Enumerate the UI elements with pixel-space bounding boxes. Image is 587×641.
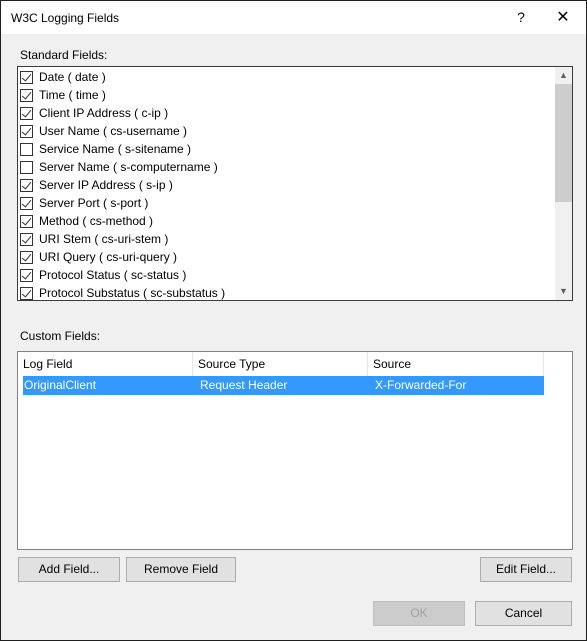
custom-fields-list[interactable]: Log Field Source Type Source OriginalCli… (17, 351, 573, 550)
add-field-button[interactable]: Add Field... (18, 557, 120, 582)
standard-field-label: URI Stem ( cs-uri-stem ) (39, 232, 169, 246)
standard-field-label: Protocol Status ( sc-status ) (39, 268, 187, 282)
checkbox-checked-icon[interactable] (20, 178, 33, 192)
checkbox-checked-icon[interactable] (20, 214, 33, 228)
custom-fields-label: Custom Fields: (20, 329, 101, 343)
standard-field-item[interactable]: Date ( date ) (20, 68, 106, 86)
ok-button[interactable]: OK (373, 601, 465, 626)
standard-field-item[interactable]: Server Name ( s-computername ) (20, 158, 218, 176)
table-row[interactable]: OriginalClient Request Header X-Forwarde… (23, 376, 544, 395)
standard-field-item[interactable]: Protocol Status ( sc-status ) (20, 266, 186, 284)
column-header-log-field[interactable]: Log Field (18, 352, 193, 376)
checkbox-checked-icon[interactable] (20, 232, 33, 246)
standard-field-label: Date ( date ) (39, 70, 106, 84)
scroll-down-arrow-icon[interactable]: ▼ (555, 283, 572, 300)
checkbox-checked-icon[interactable] (20, 124, 33, 138)
standard-field-label: URI Query ( cs-uri-query ) (39, 250, 178, 264)
close-button[interactable]: ✕ (540, 1, 586, 34)
standard-field-item[interactable]: Client IP Address ( c-ip ) (20, 104, 168, 122)
standard-field-label: Protocol Substatus ( sc-substatus ) (39, 286, 226, 300)
standard-field-label: Time ( time ) (39, 88, 106, 102)
checkbox-checked-icon[interactable] (20, 106, 33, 120)
standard-field-item[interactable]: User Name ( cs-username ) (20, 122, 187, 140)
standard-field-item[interactable]: Protocol Substatus ( sc-substatus ) (20, 284, 226, 300)
standard-field-label: Client IP Address ( c-ip ) (39, 106, 169, 120)
vertical-scrollbar[interactable]: ▲ ▼ (555, 67, 572, 300)
scroll-up-arrow-icon[interactable]: ▲ (555, 67, 572, 84)
checkbox-checked-icon[interactable] (20, 88, 33, 102)
standard-field-label: Method ( cs-method ) (39, 214, 154, 228)
standard-field-item[interactable]: URI Query ( cs-uri-query ) (20, 248, 177, 266)
cell-source-type: Request Header (200, 378, 288, 392)
standard-field-label: User Name ( cs-username ) (39, 124, 188, 138)
checkbox-checked-icon[interactable] (20, 196, 33, 210)
standard-fields-label: Standard Fields: (20, 48, 108, 62)
standard-field-label: Server Port ( s-port ) (39, 196, 149, 210)
checkbox-checked-icon[interactable] (20, 286, 33, 300)
standard-field-item[interactable]: Service Name ( s-sitename ) (20, 140, 191, 158)
help-button[interactable]: ? (498, 1, 544, 34)
standard-field-item[interactable]: URI Stem ( cs-uri-stem ) (20, 230, 168, 248)
cell-log-field: OriginalClient (24, 378, 97, 392)
checkbox-checked-icon[interactable] (20, 268, 33, 282)
standard-field-item[interactable]: Server Port ( s-port ) (20, 194, 148, 212)
checkbox-unchecked-icon[interactable] (20, 160, 33, 174)
checkbox-checked-icon[interactable] (20, 70, 33, 84)
remove-field-button[interactable]: Remove Field (126, 557, 236, 582)
w3c-logging-fields-dialog: W3C Logging Fields ? ✕ Standard Fields: … (0, 0, 587, 641)
cancel-button[interactable]: Cancel (475, 601, 572, 626)
column-header-source-type[interactable]: Source Type (193, 352, 368, 376)
window-title: W3C Logging Fields (11, 11, 120, 25)
column-header-source[interactable]: Source (368, 352, 544, 376)
standard-field-item[interactable]: Server IP Address ( s-ip ) (20, 176, 173, 194)
cell-source: X-Forwarded-For (375, 378, 467, 392)
standard-field-label: Server Name ( s-computername ) (39, 160, 218, 174)
standard-field-label: Service Name ( s-sitename ) (39, 142, 192, 156)
standard-field-item[interactable]: Method ( cs-method ) (20, 212, 153, 230)
standard-field-item[interactable]: Time ( time ) (20, 86, 106, 104)
standard-fields-list[interactable]: Date ( date ) Time ( time ) Client IP Addr… (17, 66, 573, 301)
edit-field-button[interactable]: Edit Field... (480, 557, 572, 582)
title-bar: W3C Logging Fields ? ✕ (1, 1, 586, 34)
checkbox-unchecked-icon[interactable] (20, 142, 33, 156)
standard-field-label: Server IP Address ( s-ip ) (39, 178, 173, 192)
scrollbar-thumb[interactable] (555, 84, 572, 202)
checkbox-checked-icon[interactable] (20, 250, 33, 264)
